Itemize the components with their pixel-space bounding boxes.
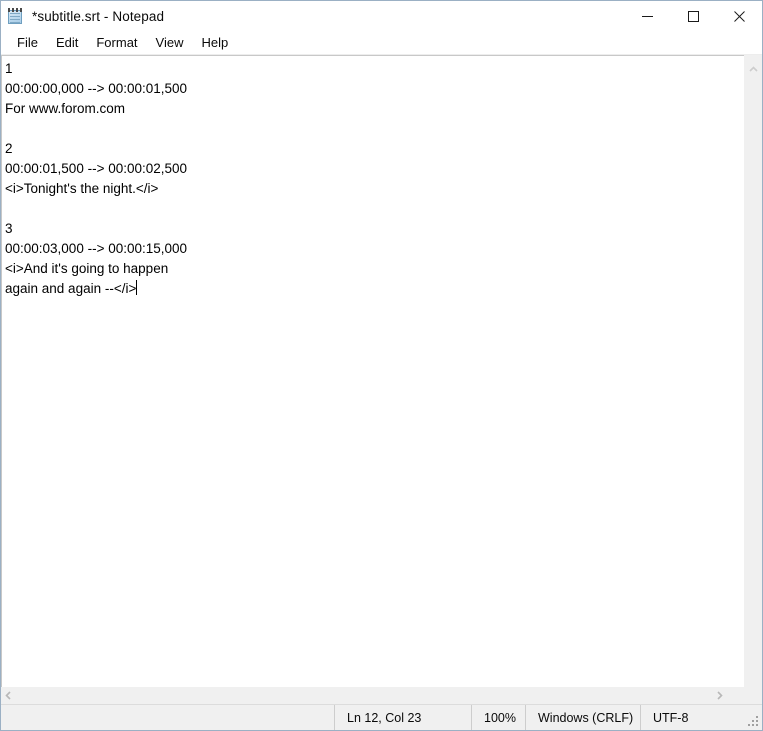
resize-grip-icon[interactable]	[748, 716, 759, 727]
title-bar-left: *subtitle.srt - Notepad	[1, 8, 624, 25]
maximize-icon	[687, 11, 699, 22]
status-encoding: UTF-8	[653, 710, 689, 725]
text-editor[interactable]: 1 00:00:00,000 --> 00:00:01,500 For www.…	[1, 55, 744, 687]
editor-area: 1 00:00:00,000 --> 00:00:01,500 For www.…	[1, 54, 762, 704]
chevron-left-icon[interactable]	[5, 687, 12, 705]
text-caret	[136, 280, 138, 295]
window-controls	[624, 1, 762, 32]
status-zoom-level: 100%	[472, 705, 526, 730]
minimize-icon	[641, 16, 653, 17]
document-line-last: again and again --</i>	[5, 279, 744, 299]
maximize-button[interactable]	[670, 1, 716, 32]
notepad-icon	[7, 8, 24, 25]
status-bar: Ln 12, Col 23 100% Windows (CRLF) UTF-8	[1, 704, 762, 730]
chevron-right-icon[interactable]	[716, 687, 723, 705]
menu-item-file[interactable]: File	[8, 34, 47, 52]
document-line: 3	[5, 221, 13, 236]
horizontal-scroll-row	[1, 687, 762, 704]
vertical-scrollbar[interactable]	[744, 55, 762, 687]
editor-row: 1 00:00:00,000 --> 00:00:01,500 For www.…	[1, 55, 762, 687]
document-line-text: again and again --</i>	[5, 281, 137, 296]
window-title: *subtitle.srt - Notepad	[32, 9, 165, 24]
document-line: <i>Tonight's the night.</i>	[5, 181, 159, 196]
document-line: 00:00:00,000 --> 00:00:01,500	[5, 81, 188, 96]
title-bar[interactable]: *subtitle.srt - Notepad	[1, 1, 762, 32]
minimize-button[interactable]	[624, 1, 670, 32]
close-button[interactable]	[716, 1, 762, 32]
close-icon	[733, 11, 745, 22]
menu-item-help[interactable]: Help	[192, 34, 237, 52]
horizontal-scrollbar[interactable]	[1, 687, 745, 704]
document-line: 00:00:03,000 --> 00:00:15,000	[5, 241, 188, 256]
menu-item-view[interactable]: View	[147, 34, 193, 52]
status-line-ending: Windows (CRLF)	[526, 705, 641, 730]
status-spacer	[1, 705, 335, 730]
menu-item-format[interactable]: Format	[87, 34, 146, 52]
status-cursor-position: Ln 12, Col 23	[335, 705, 472, 730]
chevron-up-icon[interactable]	[749, 60, 758, 78]
document-line: 2	[5, 141, 13, 156]
document-line: 1	[5, 61, 13, 76]
document-line: For www.forom.com	[5, 101, 126, 116]
menu-bar: File Edit Format View Help	[1, 32, 762, 54]
document-line: <i>And it's going to happen	[5, 261, 169, 276]
document-line: 00:00:01,500 --> 00:00:02,500	[5, 161, 188, 176]
menu-item-edit[interactable]: Edit	[47, 34, 87, 52]
notepad-window: *subtitle.srt - Notepad File Edit Format…	[0, 0, 763, 731]
scrollbar-corner	[745, 687, 762, 704]
